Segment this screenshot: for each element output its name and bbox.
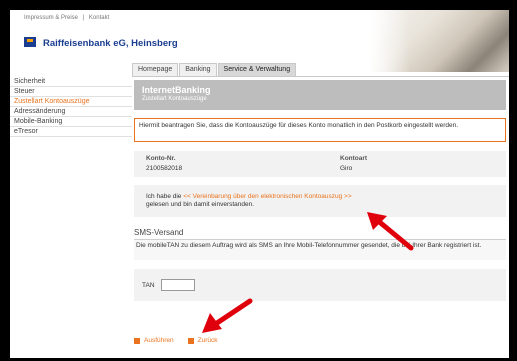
back-arrow-icon <box>187 337 194 344</box>
column-header-kontoart: Kontoart <box>340 155 368 162</box>
sidebar-item-zustellart[interactable]: Zustellart Kontoauszüge <box>10 97 132 107</box>
table-header-row: Konto-Nr. Kontoart <box>134 154 506 164</box>
execute-button[interactable]: Ausführen <box>134 337 174 344</box>
tab-banking[interactable]: Banking <box>179 63 217 76</box>
tan-label: TAN <box>142 281 155 289</box>
bank-name[interactable]: Raiffeisenbank eG, Heinsberg <box>43 38 178 49</box>
execute-arrow-icon <box>134 337 140 344</box>
sms-info-text: Die mobileTAN zu diesem Auftrag wird als… <box>134 240 506 260</box>
back-button[interactable]: Zurück <box>187 337 218 344</box>
tan-input[interactable] <box>160 279 195 291</box>
sidebar-item-adressaenderung[interactable]: Adressänderung <box>10 107 132 117</box>
sms-section: SMS-Versand Die mobileTAN zu diesem Auft… <box>134 228 506 260</box>
bank-logo-icon[interactable] <box>24 37 36 47</box>
consent-prefix: Ich habe die <box>146 193 184 200</box>
back-label: Zurück <box>197 337 218 344</box>
tabbar-divider <box>132 76 509 77</box>
header-photo-fade <box>370 10 410 72</box>
main-content: InternetBanking Zustellart Kontoauszüge … <box>134 80 506 301</box>
notice-box: Hiermit beantragen Sie, dass die Kontoau… <box>134 118 506 142</box>
agreement-link[interactable]: << Vereinbarung über den elektronischen … <box>183 193 351 200</box>
annotation-arrow-icon <box>210 299 211 300</box>
account-type: Giro <box>340 165 353 172</box>
consent-suffix: gelesen und bin damit einverstanden. <box>146 201 255 208</box>
sidebar: Sicherheit Steuer Zustellart Kontoauszüg… <box>10 77 132 137</box>
tab-homepage[interactable]: Homepage <box>132 63 179 76</box>
table-row: 2100582018 Giro <box>134 164 506 174</box>
account-table: Konto-Nr. Kontoart 2100582018 Giro <box>134 151 506 177</box>
annotation-arrow-icon <box>202 298 253 333</box>
top-links-separator: | <box>82 15 85 21</box>
form-actions: Ausführen Zurück <box>134 337 232 344</box>
main-tabs: Homepage Banking Service & Verwaltung <box>132 63 297 76</box>
page-title: InternetBanking <box>142 85 211 95</box>
account-number: 2100582018 <box>146 165 183 172</box>
kontakt-link[interactable]: Kontakt <box>89 15 109 21</box>
top-links: Impressum & Preise | Kontakt <box>24 15 109 21</box>
internetbanking-header: InternetBanking Zustellart Kontoauszüge <box>134 80 506 110</box>
sidebar-item-mobile-banking[interactable]: Mobile-Banking <box>10 117 132 127</box>
page-subtitle: Zustellart Kontoauszüge <box>142 96 207 102</box>
annotation-arrow-icon <box>367 212 414 251</box>
column-header-konto-nr: Konto-Nr. <box>146 155 176 162</box>
tan-row: TAN <box>134 269 506 301</box>
sidebar-item-sicherheit[interactable]: Sicherheit <box>10 77 132 87</box>
tab-service-verwaltung[interactable]: Service & Verwaltung <box>217 63 297 76</box>
sms-section-title: SMS-Versand <box>134 228 506 240</box>
consent-box: Ich habe die << Vereinbarung über den el… <box>134 185 506 217</box>
sidebar-item-etresor[interactable]: eTresor <box>10 127 132 137</box>
browser-page: Impressum & Preise | Kontakt Raiffeisenb… <box>10 10 509 358</box>
sidebar-item-steuer[interactable]: Steuer <box>10 87 132 97</box>
execute-label: Ausführen <box>144 337 174 344</box>
impressum-link[interactable]: Impressum & Preise <box>24 15 78 21</box>
